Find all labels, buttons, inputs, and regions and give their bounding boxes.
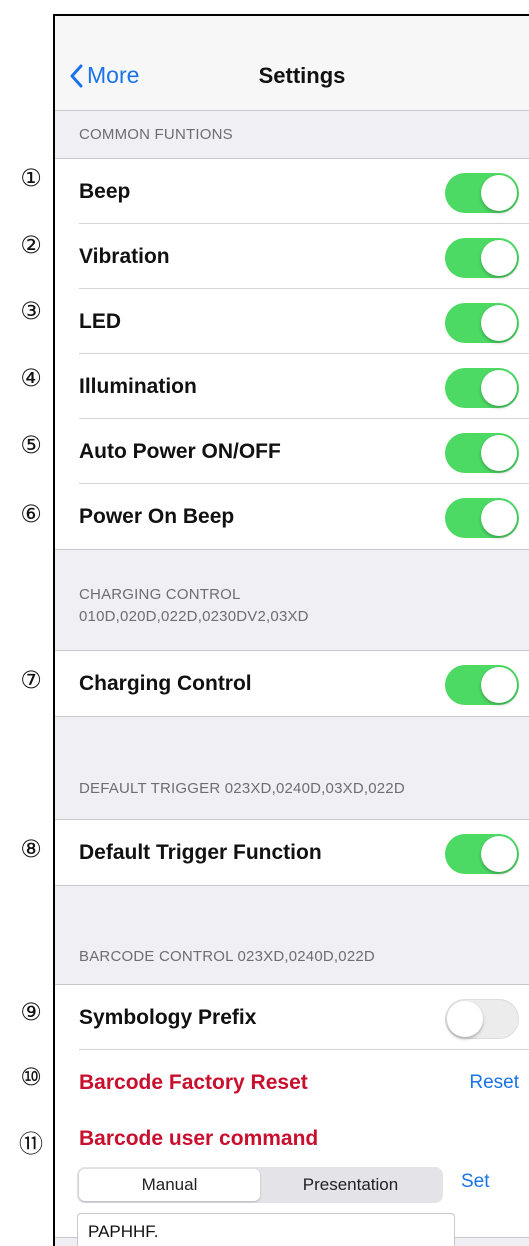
- settings-row-power-on-beep: Power On Beep: [55, 484, 529, 549]
- illumination-toggle[interactable]: [445, 368, 519, 408]
- marker-7: ⑦: [20, 666, 42, 694]
- marker-3: ③: [20, 297, 42, 325]
- row-label: Vibration: [79, 245, 170, 268]
- toggle-knob: [481, 500, 517, 536]
- symbology-prefix-toggle[interactable]: [445, 999, 519, 1039]
- charging-group: Charging Control: [55, 650, 529, 717]
- row-label: Illumination: [79, 375, 197, 398]
- marker-2: ②: [20, 231, 42, 259]
- row-label: Beep: [79, 180, 131, 203]
- row-label: Auto Power ON/OFF: [79, 440, 281, 463]
- toggle-knob: [481, 240, 517, 276]
- page-title: Settings: [258, 63, 346, 88]
- settings-row-vibration: Vibration: [55, 224, 529, 289]
- trigger-group: Default Trigger Function: [55, 819, 529, 886]
- settings-row-auto-power: Auto Power ON/OFF: [55, 419, 529, 484]
- marker-11: ⑪: [19, 1130, 43, 1158]
- toggle-knob: [481, 435, 517, 471]
- marker-10: ⑩: [20, 1063, 42, 1091]
- charging-toggle[interactable]: [445, 665, 519, 705]
- settings-row-symbology-prefix: Symbology Prefix: [55, 985, 529, 1050]
- navigation-bar: More Settings: [55, 16, 529, 111]
- marker-4: ④: [20, 364, 42, 392]
- section-header-common: COMMON FUNTIONS: [79, 126, 233, 143]
- common-functions-group: Beep Vibration LED Illumination Auto Pow…: [55, 158, 529, 550]
- vibration-toggle[interactable]: [445, 238, 519, 278]
- toggle-knob: [481, 305, 517, 341]
- header-line: 010D,020D,022D,0230DV2,03XD: [79, 608, 309, 625]
- set-button[interactable]: Set: [461, 1171, 490, 1193]
- toggle-knob: [481, 836, 517, 872]
- row-label: Symbology Prefix: [79, 1006, 257, 1029]
- row-label: Power On Beep: [79, 505, 235, 528]
- marker-8: ⑧: [20, 835, 42, 863]
- beep-toggle[interactable]: [445, 173, 519, 213]
- section-header-trigger: DEFAULT TRIGGER 023XD,0240D,03XD,022D: [79, 780, 405, 797]
- row-label: Charging Control: [79, 672, 252, 695]
- settings-row-illumination: Illumination: [55, 354, 529, 419]
- section-header-barcode: BARCODE CONTROL 023XD,0240D,022D: [79, 948, 375, 965]
- segment-presentation[interactable]: Presentation: [260, 1169, 441, 1201]
- settings-row-user-command: Barcode user command Manual Presentation…: [55, 1115, 529, 1246]
- power-on-beep-toggle[interactable]: [445, 498, 519, 538]
- user-command-label: Barcode user command: [79, 1127, 319, 1150]
- led-toggle[interactable]: [445, 303, 519, 343]
- segment-manual[interactable]: Manual: [79, 1169, 260, 1201]
- factory-reset-label: Barcode Factory Reset: [79, 1071, 308, 1094]
- settings-row-factory-reset: Barcode Factory Reset Reset: [55, 1050, 529, 1115]
- header-line: CHARGING CONTROL: [79, 586, 241, 603]
- user-command-input[interactable]: PAPHHF.: [77, 1213, 455, 1246]
- toggle-knob: [481, 175, 517, 211]
- toggle-knob: [481, 370, 517, 406]
- marker-1: ①: [20, 164, 42, 192]
- row-label: Default Trigger Function: [79, 841, 322, 864]
- settings-row-beep: Beep: [55, 159, 529, 224]
- mode-segmented-control: Manual Presentation: [77, 1167, 443, 1203]
- phone-screen: More Settings COMMON FUNTIONS Beep Vibra…: [53, 14, 529, 1246]
- marker-5: ⑤: [20, 431, 42, 459]
- settings-row-charging: Charging Control: [55, 651, 529, 716]
- section-header-charging: CHARGING CONTROL 010D,020D,022D,0230DV2,…: [79, 584, 309, 628]
- marker-6: ⑥: [20, 500, 42, 528]
- auto-power-toggle[interactable]: [445, 433, 519, 473]
- row-label: LED: [79, 310, 121, 333]
- toggle-knob: [447, 1001, 483, 1037]
- settings-row-default-trigger: Default Trigger Function: [55, 820, 529, 885]
- settings-row-led: LED: [55, 289, 529, 354]
- toggle-knob: [481, 667, 517, 703]
- barcode-group: Symbology Prefix Barcode Factory Reset R…: [55, 984, 529, 1246]
- marker-9: ⑨: [20, 998, 42, 1026]
- default-trigger-toggle[interactable]: [445, 834, 519, 874]
- reset-button[interactable]: Reset: [469, 1050, 519, 1115]
